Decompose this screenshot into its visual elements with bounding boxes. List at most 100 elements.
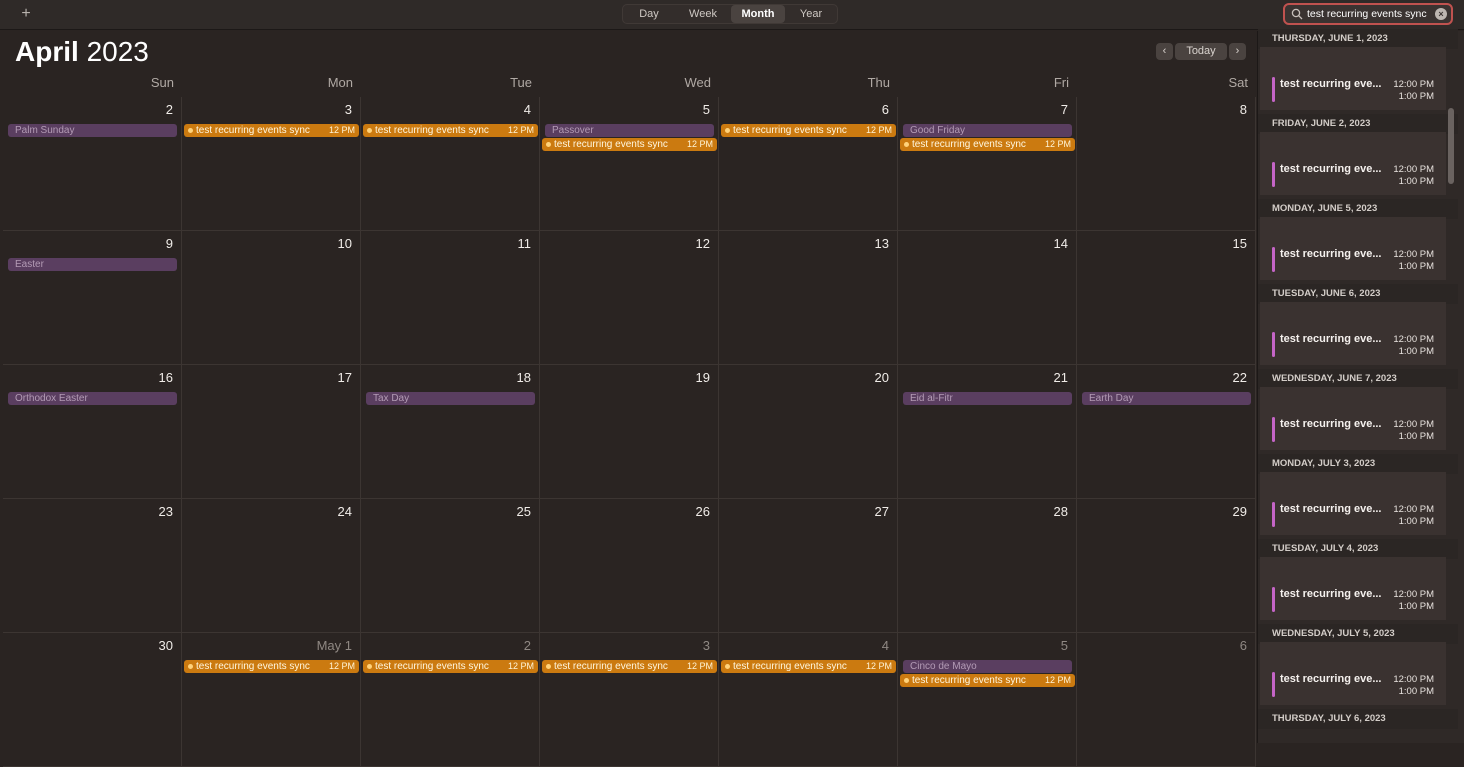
day-cell[interactable]: 2 Palm Sunday [3, 97, 182, 231]
calendar-color-bar [1272, 417, 1275, 442]
recurring-event[interactable]: test recurring events sync 12 PM [184, 660, 359, 673]
day-cell[interactable]: 30 [3, 633, 182, 767]
result-date-header: WEDNESDAY, JUNE 7, 2023 [1258, 369, 1458, 389]
day-number: 5 [702, 102, 710, 117]
day-number: 6 [881, 102, 889, 117]
day-cell[interactable]: 20 [719, 365, 898, 499]
day-cell[interactable]: 18 Tax Day [361, 365, 540, 499]
tab-day[interactable]: Day [623, 5, 675, 23]
day-cell[interactable]: 16 Orthodox Easter [3, 365, 182, 499]
day-number: 2 [523, 638, 531, 653]
day-number: 20 [874, 370, 889, 385]
result-event-card[interactable]: test recurring eve... 12:00 PM 1:00 PM [1260, 557, 1446, 620]
day-cell[interactable]: 15 [1077, 231, 1256, 365]
add-event-button[interactable]: + [18, 5, 34, 23]
result-start-time: 12:00 PM [1393, 589, 1434, 600]
toolbar: + Day Week Month Year test recurring eve… [0, 0, 1464, 30]
day-cell[interactable]: 7 Good Friday test recurring events sync 12… [898, 97, 1077, 231]
day-cell[interactable]: 22 Earth Day [1077, 365, 1256, 499]
day-cell[interactable]: 13 [719, 231, 898, 365]
day-cell[interactable]: 6 [1077, 633, 1256, 767]
day-cell[interactable]: 2 test recurring events sync 12 PM [361, 633, 540, 767]
day-cell[interactable]: 14 [898, 231, 1077, 365]
day-cell[interactable]: 5 Passover test recurring events sync 12 PM [540, 97, 719, 231]
result-end-time: 1:00 PM [1398, 346, 1434, 357]
day-cell[interactable]: 3 test recurring events sync 12 PM [182, 97, 361, 231]
day-cell[interactable]: 25 [361, 499, 540, 633]
holiday-event[interactable]: Passover [545, 124, 714, 137]
day-cell[interactable]: 26 [540, 499, 719, 633]
tab-year[interactable]: Year [785, 5, 837, 23]
holiday-event[interactable]: Tax Day [366, 392, 535, 405]
clear-search-icon[interactable]: × [1435, 8, 1447, 20]
recurring-event[interactable]: test recurring events sync 12 PM [184, 124, 359, 137]
day-cell[interactable]: May 1 test recurring events sync 12 PM [182, 633, 361, 767]
day-cell[interactable]: 29 [1077, 499, 1256, 633]
holiday-event[interactable]: Orthodox Easter [8, 392, 177, 405]
recurring-event[interactable]: test recurring events sync 12 PM [900, 674, 1075, 687]
holiday-event[interactable]: Easter [8, 258, 177, 271]
day-cell[interactable]: 3 test recurring events sync 12 PM [540, 633, 719, 767]
result-date-header: FRIDAY, JUNE 2, 2023 [1258, 114, 1458, 134]
day-cell[interactable]: 5 Cinco de Mayo test recurring events sync… [898, 633, 1077, 767]
today-button[interactable]: Today [1175, 43, 1227, 60]
result-event-card[interactable]: test recurring eve... 12:00 PM 1:00 PM [1260, 387, 1446, 450]
event-dot-icon [546, 142, 551, 147]
recurring-event[interactable]: test recurring events sync 12 PM [363, 660, 538, 673]
result-title: test recurring eve... [1280, 78, 1382, 90]
result-end-time: 1:00 PM [1398, 686, 1434, 697]
holiday-event[interactable]: Cinco de Mayo [903, 660, 1072, 673]
recurring-event[interactable]: test recurring events sync 12 PM [900, 138, 1075, 151]
sidebar-scrollbar[interactable] [1448, 108, 1454, 184]
holiday-event[interactable]: Good Friday [903, 124, 1072, 137]
result-event-card[interactable]: test recurring eve... 12:00 PM 1:00 PM [1260, 642, 1446, 705]
day-cell[interactable]: 17 [182, 365, 361, 499]
recurring-event[interactable]: test recurring events sync 12 PM [721, 660, 896, 673]
next-month-button[interactable]: › [1229, 43, 1246, 60]
result-event-card[interactable]: test recurring eve... 12:00 PM 1:00 PM [1260, 132, 1446, 195]
holiday-event[interactable]: Earth Day [1082, 392, 1251, 405]
day-cell[interactable]: 23 [3, 499, 182, 633]
search-field[interactable]: test recurring events sync × [1283, 3, 1453, 25]
result-end-time: 1:00 PM [1398, 261, 1434, 272]
day-cell[interactable]: 4 test recurring events sync 12 PM [719, 633, 898, 767]
weekday-wed: Wed [684, 75, 712, 90]
day-cell[interactable]: 28 [898, 499, 1077, 633]
day-cell[interactable]: 4 test recurring events sync 12 PM [361, 97, 540, 231]
prev-month-button[interactable]: ‹ [1156, 43, 1173, 60]
recurring-event[interactable]: test recurring events sync 12 PM [542, 138, 717, 151]
day-cell[interactable]: 6 test recurring events sync 12 PM [719, 97, 898, 231]
day-number: 25 [516, 504, 531, 519]
day-number: 28 [1053, 504, 1068, 519]
recurring-event[interactable]: test recurring events sync 12 PM [363, 124, 538, 137]
day-cell[interactable]: 8 [1077, 97, 1256, 231]
day-cell[interactable]: 9 Easter [3, 231, 182, 365]
page-title: April 2023 [15, 36, 149, 68]
result-event-card[interactable]: test recurring eve... 12:00 PM 1:00 PM [1260, 472, 1446, 535]
result-event-card[interactable]: test recurring eve... 12:00 PM 1:00 PM [1260, 302, 1446, 365]
day-cell[interactable]: 12 [540, 231, 719, 365]
day-cell[interactable]: 19 [540, 365, 719, 499]
recurring-event[interactable]: test recurring events sync 12 PM [721, 124, 896, 137]
holiday-event[interactable]: Eid al-Fitr [903, 392, 1072, 405]
month-header: April 2023 ‹ Today › Sun Mon Tue Wed Thu… [0, 31, 1257, 98]
day-cell[interactable]: 11 [361, 231, 540, 365]
event-title: test recurring events sync [375, 661, 489, 672]
day-number: 21 [1053, 370, 1068, 385]
tab-week[interactable]: Week [675, 5, 731, 23]
day-number: 4 [523, 102, 531, 117]
day-cell[interactable]: 10 [182, 231, 361, 365]
day-cell[interactable]: 27 [719, 499, 898, 633]
day-cell[interactable]: 24 [182, 499, 361, 633]
recurring-event[interactable]: test recurring events sync 12 PM [542, 660, 717, 673]
tab-month[interactable]: Month [731, 5, 785, 23]
result-event-card[interactable]: test recurring eve... 12:00 PM 1:00 PM [1260, 217, 1446, 280]
day-cell[interactable]: 21 Eid al-Fitr [898, 365, 1077, 499]
result-start-time: 12:00 PM [1393, 504, 1434, 515]
view-switcher: Day Week Month Year [622, 4, 838, 24]
day-number: 27 [874, 504, 889, 519]
search-input[interactable]: test recurring events sync [1307, 7, 1433, 21]
day-number: 3 [344, 102, 352, 117]
result-event-card[interactable]: test recurring eve... 12:00 PM 1:00 PM [1260, 47, 1446, 110]
holiday-event[interactable]: Palm Sunday [8, 124, 177, 137]
